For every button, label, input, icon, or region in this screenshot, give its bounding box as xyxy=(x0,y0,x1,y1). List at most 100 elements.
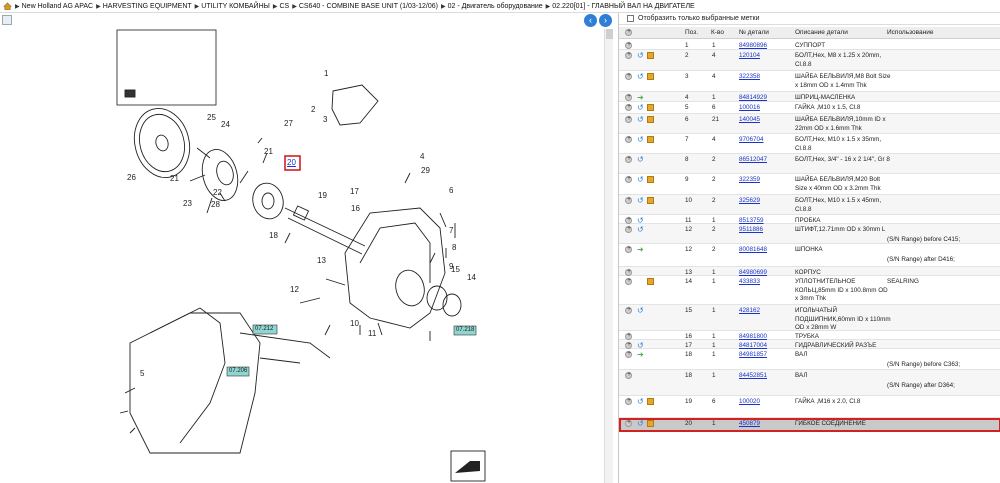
filter-bar[interactable]: Отобразить только выбранные метки xyxy=(619,13,1000,25)
table-row[interactable]: ↺ 15 1 428162 ИГОЛЬЧАТЫЙ ПОДШИПНИК,60mm ID x… xyxy=(619,305,1000,331)
part-number-link[interactable]: 140045 xyxy=(739,116,760,123)
filter-checkbox[interactable] xyxy=(627,15,634,22)
callout-25[interactable]: 25 xyxy=(207,113,216,122)
exploded-diagram[interactable] xyxy=(0,13,614,483)
table-row[interactable]: ↺ 19 6 100020 ГАЙКА ,M16 x 2.0, Cl.8 xyxy=(619,396,1000,418)
table-row[interactable]: ↺ 9 2 322359 ШАЙБА БЕЛЬВИЛЯ,M20 Bolt Size x … xyxy=(619,174,1000,195)
replacement-icon[interactable]: ↺ xyxy=(637,196,644,205)
ref-tag-07-218[interactable]: 07.218 xyxy=(456,327,474,333)
callout-28[interactable]: 28 xyxy=(211,200,220,209)
part-number-link[interactable]: 9706704 xyxy=(739,136,764,143)
callout-15[interactable]: 15 xyxy=(451,265,460,274)
callout-26[interactable]: 26 xyxy=(127,173,136,182)
table-row[interactable]: ↺ 2 4 120104 БОЛТ,Hex, M8 x 1.25 x 20mm, Cl.… xyxy=(619,50,1000,71)
ref-tag-07-206[interactable]: 07.206 xyxy=(229,368,247,374)
part-number-link[interactable]: 325629 xyxy=(739,197,760,204)
callout-4[interactable]: 4 xyxy=(420,152,424,161)
add-to-cart-icon[interactable] xyxy=(625,397,632,405)
part-number-link[interactable]: 8513759 xyxy=(739,217,764,224)
add-to-cart-icon[interactable] xyxy=(625,332,632,340)
part-number-link[interactable]: 86512047 xyxy=(739,156,767,163)
col-desc[interactable]: Описание детали xyxy=(795,29,848,36)
add-to-cart-icon[interactable] xyxy=(625,93,632,101)
add-to-cart-icon[interactable] xyxy=(625,245,632,253)
col-part[interactable]: № детали xyxy=(739,29,769,36)
table-row[interactable]: ↺ 20 1 450879 ГИБКОЕ СОЕДИНЕНИЕ xyxy=(619,418,1000,432)
kit-box-icon[interactable] xyxy=(647,197,654,204)
breadcrumb-item-section[interactable]: ▶ 02 - Двигатель оборудование xyxy=(441,3,543,10)
add-to-cart-icon[interactable] xyxy=(625,175,632,183)
diagram-scrollbar[interactable] xyxy=(604,29,613,483)
part-number-link[interactable]: 9511886 xyxy=(739,226,763,233)
part-number-link[interactable]: 80081648 xyxy=(739,246,767,253)
replacement-icon[interactable]: ↺ xyxy=(637,115,644,124)
kit-box-icon[interactable] xyxy=(647,136,654,143)
part-number-link[interactable]: 100016 xyxy=(739,104,760,111)
replacement-icon[interactable]: ↺ xyxy=(637,103,644,112)
table-row[interactable]: ↺ 8 2 86512047 БОЛТ,Hex, 3/4" - 16 x 2 1/4",… xyxy=(619,154,1000,174)
callout-6[interactable]: 6 xyxy=(449,186,453,195)
table-row[interactable]: ↺ 5 6 100016 ГАЙКА ,M10 x 1.5, Cl.8 xyxy=(619,102,1000,114)
part-number-link[interactable]: 84981800 xyxy=(739,333,767,340)
callout-2[interactable]: 2 xyxy=(311,105,315,114)
prev-page-button[interactable]: ‹ xyxy=(584,14,597,27)
part-number-link[interactable]: 84817004 xyxy=(739,342,767,349)
breadcrumb-item-model[interactable]: ▶ CS640 - COMBINE BASE UNIT (1/03-12/06) xyxy=(292,3,438,10)
callout-11[interactable]: 11 xyxy=(368,329,376,338)
expand-all-icon[interactable] xyxy=(625,28,632,36)
callout-12[interactable]: 12 xyxy=(290,285,299,294)
table-row[interactable]: 18 1 84452851 ВАЛ (S/N Range) after D364; xyxy=(619,370,1000,396)
callout-10[interactable]: 10 xyxy=(350,319,359,328)
home-icon[interactable] xyxy=(3,2,12,10)
replacement-icon[interactable]: ↺ xyxy=(637,225,644,234)
zoom-button[interactable] xyxy=(2,15,12,25)
table-row[interactable]: 13184980699КОРПУС xyxy=(619,267,1000,276)
callout-5[interactable]: 5 xyxy=(140,369,144,378)
replacement-icon[interactable]: ↺ xyxy=(637,397,644,406)
table-row[interactable]: ↺ 12 2 9511886 ШТИФТ,12.71mm OD x 30mm L(S/N… xyxy=(619,224,1000,244)
table-row[interactable]: 1184980896СУППОРТ xyxy=(619,40,1000,50)
part-number-link[interactable]: 120104 xyxy=(739,52,760,59)
kit-box-icon[interactable] xyxy=(647,176,654,183)
kit-box-icon[interactable] xyxy=(647,52,654,59)
add-to-cart-icon[interactable] xyxy=(625,72,632,80)
replacement-icon[interactable]: ↺ xyxy=(637,51,644,60)
add-to-cart-icon[interactable] xyxy=(625,103,632,111)
callout-7[interactable]: 7 xyxy=(449,226,453,235)
col-qty[interactable]: К-во xyxy=(711,29,724,36)
callout-1[interactable]: 1 xyxy=(324,69,328,78)
kit-box-icon[interactable] xyxy=(647,398,654,405)
callout-27[interactable]: 27 xyxy=(284,119,293,128)
callout-13[interactable]: 13 xyxy=(317,256,326,265)
add-to-cart-icon[interactable] xyxy=(625,51,632,59)
part-number-link[interactable]: 84814929 xyxy=(739,94,767,101)
add-to-cart-icon[interactable] xyxy=(625,155,632,163)
callout-3[interactable]: 3 xyxy=(323,115,327,124)
kit-box-icon[interactable] xyxy=(647,116,654,123)
part-number-link[interactable]: 84981857 xyxy=(739,351,767,358)
callout-18[interactable]: 18 xyxy=(269,231,278,240)
replacement-icon[interactable]: ↺ xyxy=(637,155,644,164)
callout-22[interactable]: 22 xyxy=(213,188,222,197)
add-to-cart-icon[interactable] xyxy=(625,306,632,314)
part-number-link[interactable]: 84980896 xyxy=(739,42,767,49)
callout-14[interactable]: 14 xyxy=(467,273,476,282)
kit-box-icon[interactable] xyxy=(647,73,654,80)
callout-16[interactable]: 16 xyxy=(351,204,360,213)
part-number-link[interactable]: 84452851 xyxy=(739,372,767,379)
breadcrumb-item-subcategory[interactable]: ▶ UTILITY КОМБАЙНЫ xyxy=(195,3,270,10)
table-row[interactable]: ↺ 7 4 9706704 БОЛТ,Hex, M10 x 1.5 x 35mm, Cl… xyxy=(619,134,1000,154)
add-to-cart-icon[interactable] xyxy=(625,419,632,427)
part-number-link[interactable]: 428162 xyxy=(739,307,760,314)
part-number-link[interactable]: 322359 xyxy=(739,176,760,183)
callout-24[interactable]: 24 xyxy=(221,120,230,129)
part-number-link[interactable]: 433833 xyxy=(739,278,760,285)
callout-29[interactable]: 29 xyxy=(421,166,430,175)
part-number-link[interactable]: 84980699 xyxy=(739,269,767,276)
table-row[interactable]: ↺ 3 4 322358 ШАЙБА БЕЛЬВИЛЯ,M8 Bolt Size x 1… xyxy=(619,71,1000,92)
table-row[interactable]: 16184981800ТРУБКА xyxy=(619,331,1000,340)
table-row[interactable]: ➜4184814929ШПРИЦ-МАСЛЕНКА xyxy=(619,92,1000,102)
add-to-cart-icon[interactable] xyxy=(625,350,632,358)
add-to-cart-icon[interactable] xyxy=(625,277,632,285)
ref-tag-07-212[interactable]: 07.212 xyxy=(255,326,273,332)
